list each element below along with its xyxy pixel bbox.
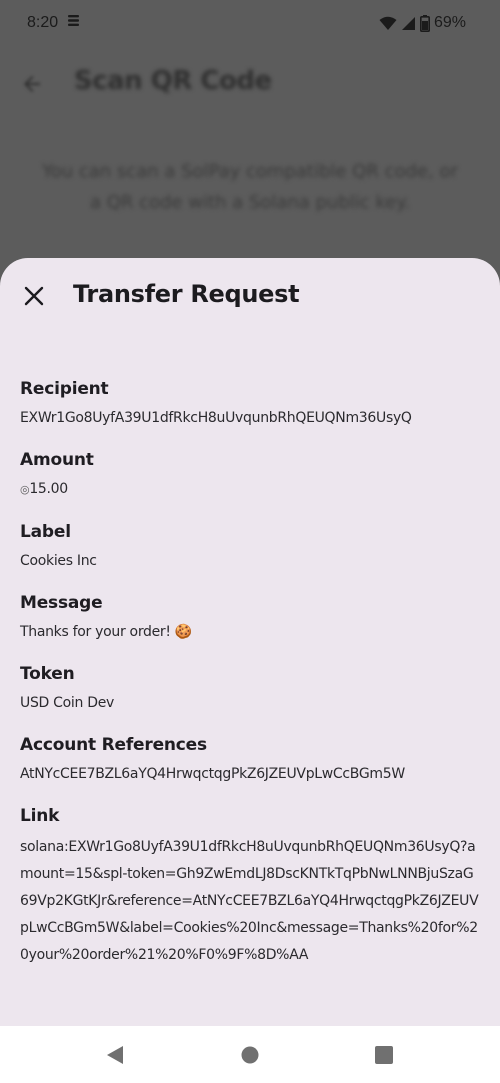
- nav-recents-button[interactable]: [373, 1044, 395, 1066]
- field-account-references: Account References AtNYcCEE7BZL6aYQ4Hrwq…: [20, 734, 482, 785]
- field-label: Link: [20, 806, 60, 826]
- field-label: Amount: [20, 450, 94, 470]
- sheet-title: Transfer Request: [73, 280, 300, 308]
- cellular-icon: [401, 16, 416, 31]
- field-value: EXWr1Go8UyfA39U1dfRkcH8uUvqunbRhQEUQNm36…: [20, 410, 412, 426]
- close-button[interactable]: [18, 280, 50, 312]
- nav-home-button[interactable]: [239, 1044, 261, 1066]
- system-nav-bar: [0, 1026, 500, 1083]
- notification-icon: [67, 14, 80, 32]
- transfer-request-sheet: Transfer Request Recipient EXWr1Go8UyfA3…: [0, 258, 500, 1026]
- transfer-details: Recipient EXWr1Go8UyfA39U1dfRkcH8uUvqunb…: [20, 378, 482, 989]
- screen: 8:20 69% Scan QR Code You can scan a Sol…: [0, 0, 500, 1083]
- battery-icon: [419, 14, 430, 32]
- field-link: Link solana:EXWr1Go8UyfA39U1dfRkcH8uUvqu…: [20, 805, 482, 969]
- field-recipient: Recipient EXWr1Go8UyfA39U1dfRkcH8uUvqunb…: [20, 378, 482, 429]
- nav-back-button[interactable]: [105, 1044, 127, 1066]
- amount-value: 15.00: [29, 481, 68, 497]
- token-icon: ◎: [20, 483, 30, 496]
- field-label: Label: [20, 522, 71, 542]
- field-value: Cookies Inc: [20, 553, 97, 569]
- status-right: 69%: [379, 14, 466, 32]
- battery-percent: 69%: [433, 14, 466, 31]
- field-message: Message Thanks for your order! 🍪: [20, 592, 482, 643]
- back-arrow-icon: [20, 72, 44, 96]
- background-toolbar: Scan QR Code: [0, 60, 500, 108]
- field-label-item: Label Cookies Inc: [20, 521, 482, 572]
- field-label: Message: [20, 593, 103, 613]
- wifi-icon: [379, 16, 397, 31]
- field-label: Recipient: [20, 379, 109, 399]
- status-time: 8:20: [27, 14, 59, 31]
- field-label: Token: [20, 664, 75, 684]
- field-token: Token USD Coin Dev: [20, 663, 482, 714]
- field-label: Account References: [20, 735, 207, 755]
- background-title: Scan QR Code: [74, 66, 272, 96]
- field-amount: Amount ◎15.00: [20, 449, 482, 501]
- status-left: 8:20: [27, 14, 80, 32]
- field-value: solana:EXWr1Go8UyfA39U1dfRkcH8uUvqunbRhQ…: [20, 839, 479, 963]
- field-value: AtNYcCEE7BZL6aYQ4HrwqctqgPkZ6JZEUVpLwCcB…: [20, 766, 405, 782]
- back-triangle-icon: [107, 1046, 123, 1064]
- home-circle-icon: [241, 1046, 259, 1064]
- status-bar: 8:20 69%: [0, 0, 500, 46]
- field-value: USD Coin Dev: [20, 695, 114, 711]
- close-icon: [24, 286, 44, 306]
- field-value: ◎15.00: [20, 478, 482, 501]
- background-description: You can scan a SolPay compatible QR code…: [42, 161, 458, 213]
- recents-square-icon: [375, 1046, 393, 1064]
- field-value: Thanks for your order! 🍪: [20, 624, 192, 640]
